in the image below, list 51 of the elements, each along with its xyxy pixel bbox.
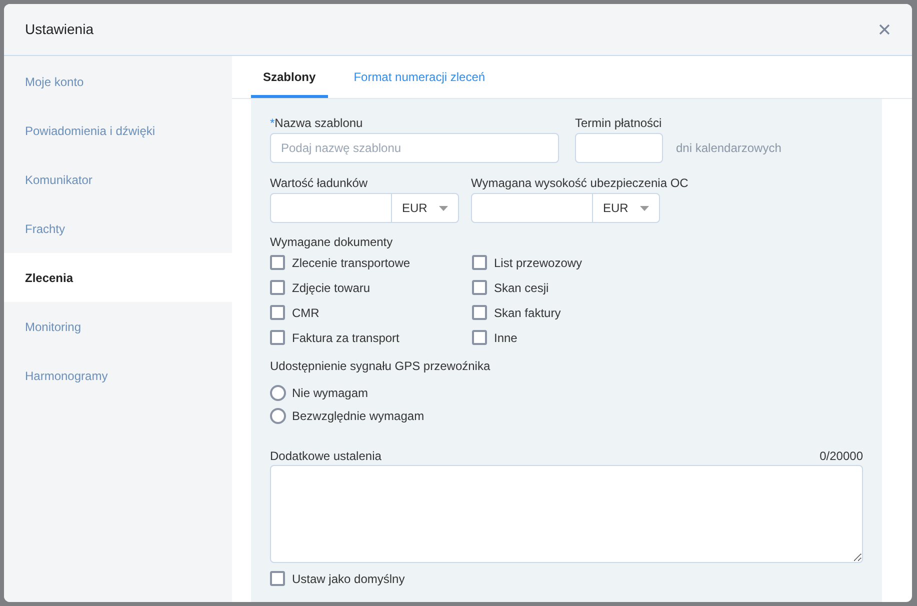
radio-button[interactable] <box>270 384 286 400</box>
sidebar-item[interactable]: Monitoring <box>4 302 232 351</box>
field-label: Termin płatności <box>575 115 663 132</box>
close-icon <box>879 24 890 35</box>
dialog-title: Ustawienia <box>25 20 94 39</box>
checkbox[interactable] <box>270 305 285 320</box>
sidebar-item[interactable]: Zlecenia <box>4 253 232 302</box>
checkbox-label: Faktura za transport <box>292 330 400 346</box>
amount-field[interactable]: EUR <box>471 193 660 223</box>
caret-icon <box>640 206 649 210</box>
checkbox-label: Skan cesji <box>494 280 549 296</box>
field-label: Wymagana wysokość ubezpieczenia OC <box>471 175 688 192</box>
currency-select[interactable]: EUR <box>592 194 659 222</box>
checkbox-label: Skan faktury <box>494 304 561 322</box>
checkbox-label: List przewozowy <box>494 254 582 272</box>
character-counter: 0/20000 <box>820 448 863 465</box>
checkbox[interactable] <box>472 330 487 345</box>
checkbox-label: Zlecenie transportowe <box>292 254 410 272</box>
checkbox[interactable] <box>270 330 285 345</box>
checkbox-label: Ustaw jako domyślny <box>292 570 405 588</box>
input-field[interactable] <box>575 133 663 163</box>
field-label: Dodatkowe ustalenia <box>270 448 382 465</box>
sidebar-item[interactable]: Komunikator <box>4 155 232 204</box>
checkbox[interactable] <box>472 305 487 320</box>
currency-select[interactable]: EUR <box>391 194 458 222</box>
radio-button[interactable] <box>270 408 286 424</box>
checkbox[interactable] <box>472 280 487 295</box>
close-button[interactable] <box>879 24 890 35</box>
required-mark: * <box>270 115 275 132</box>
tab[interactable]: Format numeracji zleceń <box>342 56 498 98</box>
radio-label: Bezwzględnie wymagam <box>292 408 424 424</box>
caret-icon <box>439 206 448 210</box>
field-label: Wartość ładunków <box>270 175 369 192</box>
checkbox[interactable] <box>270 255 285 270</box>
radio-label: Nie wymagam <box>292 384 368 402</box>
amount-field[interactable]: EUR <box>270 193 459 223</box>
checkbox[interactable] <box>270 571 285 586</box>
section-label: Wymagane dokumenty <box>270 234 394 250</box>
input-field[interactable]: Podaj nazwę szablonu <box>270 133 559 163</box>
checkbox[interactable] <box>472 255 487 270</box>
checkbox-label: CMR <box>292 304 320 322</box>
checkbox[interactable] <box>270 280 285 295</box>
checkbox-label: Inne <box>494 330 518 346</box>
section-label: Udostępnienie sygnału GPS przewoźnika <box>270 358 492 375</box>
sidebar-item[interactable]: Frachty <box>4 204 232 253</box>
sidebar-item[interactable]: Powiadomienia i dźwięki <box>4 106 232 155</box>
sidebar-item[interactable]: Harmonogramy <box>4 351 232 400</box>
unit-label: dni kalendarzowych <box>676 140 782 157</box>
checkbox-label: Zdjęcie towaru <box>292 280 370 296</box>
sidebar-item[interactable]: Moje konto <box>4 57 232 106</box>
field-label: Nazwa szablonu <box>274 115 363 132</box>
